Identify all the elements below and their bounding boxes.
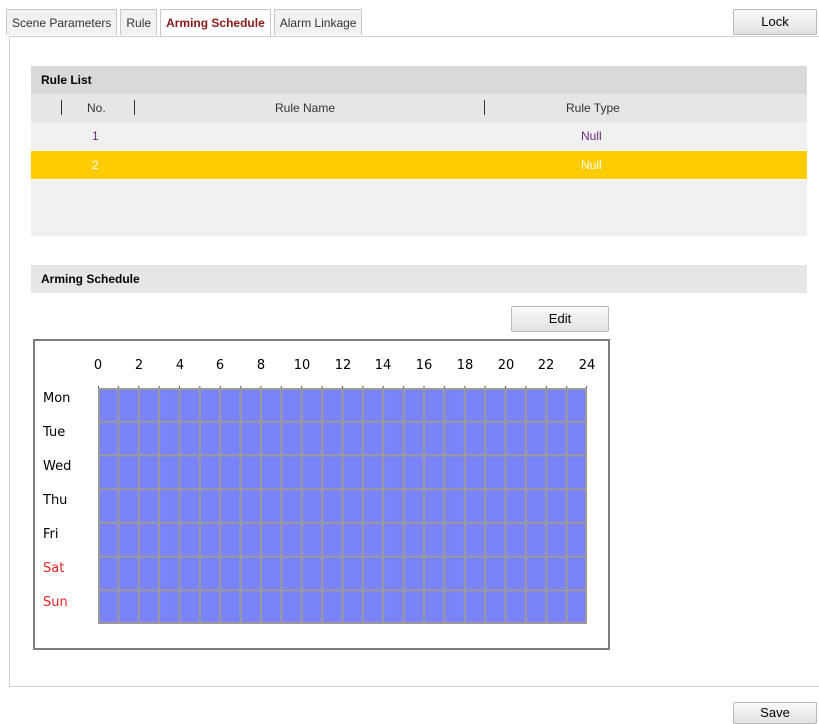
hour-label: 24 xyxy=(578,358,596,373)
hour-label: 4 xyxy=(175,358,185,373)
column-separator xyxy=(61,100,62,115)
hour-label: 8 xyxy=(256,358,266,373)
column-separator xyxy=(484,100,485,115)
column-header-rule-type: Rule Type xyxy=(566,101,620,115)
tab-rule[interactable]: Rule xyxy=(120,9,158,35)
day-label-fri: Fri xyxy=(43,527,59,542)
arming-schedule-chart: 0 2 4 6 8 10 12 14 16 18 20 22 24 Mon Tu… xyxy=(33,339,610,650)
rule-number: 1 xyxy=(92,129,99,143)
tab-alarm-linkage[interactable]: Alarm Linkage xyxy=(273,9,363,35)
rule-table-header: No. Rule Name Rule Type xyxy=(31,94,807,122)
day-label-tue: Tue xyxy=(43,425,66,440)
rule-list-title: Rule List xyxy=(41,73,92,87)
edit-button[interactable]: Edit xyxy=(511,306,609,332)
arming-schedule-title: Arming Schedule xyxy=(41,272,140,286)
hour-label: 0 xyxy=(93,358,103,373)
hour-label: 18 xyxy=(456,358,474,373)
rule-type: Null xyxy=(581,129,602,143)
rule-list-empty-area xyxy=(31,180,807,236)
hour-label: 20 xyxy=(497,358,515,373)
day-label-sun: Sun xyxy=(43,595,68,610)
hour-label: 2 xyxy=(134,358,144,373)
tab-arming-schedule[interactable]: Arming Schedule xyxy=(160,9,271,37)
day-label-thu: Thu xyxy=(43,493,68,508)
hour-label: 16 xyxy=(415,358,433,373)
column-header-no: No. xyxy=(87,101,106,115)
schedule-grid[interactable] xyxy=(98,386,587,624)
day-label-mon: Mon xyxy=(43,391,71,406)
column-header-rule-name: Rule Name xyxy=(275,101,336,115)
hour-label: 22 xyxy=(537,358,555,373)
rule-number: 2 xyxy=(92,158,99,172)
arming-schedule-header: Arming Schedule xyxy=(31,265,807,293)
rule-row-selected[interactable]: 2 Null xyxy=(31,151,807,179)
tab-scene-parameters[interactable]: Scene Parameters xyxy=(6,9,118,35)
day-label-sat: Sat xyxy=(43,561,65,576)
tab-bar: Scene Parameters Rule Arming Schedule Al… xyxy=(6,9,365,37)
rule-type: Null xyxy=(581,158,602,172)
hour-label: 6 xyxy=(215,358,225,373)
hour-label: 10 xyxy=(293,358,311,373)
rule-row[interactable]: 1 Null xyxy=(31,122,807,150)
save-button[interactable]: Save xyxy=(733,702,817,724)
hour-label: 14 xyxy=(374,358,392,373)
rule-list-header: Rule List xyxy=(31,66,807,94)
column-separator xyxy=(134,100,135,115)
lock-button[interactable]: Lock xyxy=(733,9,817,35)
hour-label: 12 xyxy=(334,358,352,373)
day-label-wed: Wed xyxy=(43,459,72,474)
